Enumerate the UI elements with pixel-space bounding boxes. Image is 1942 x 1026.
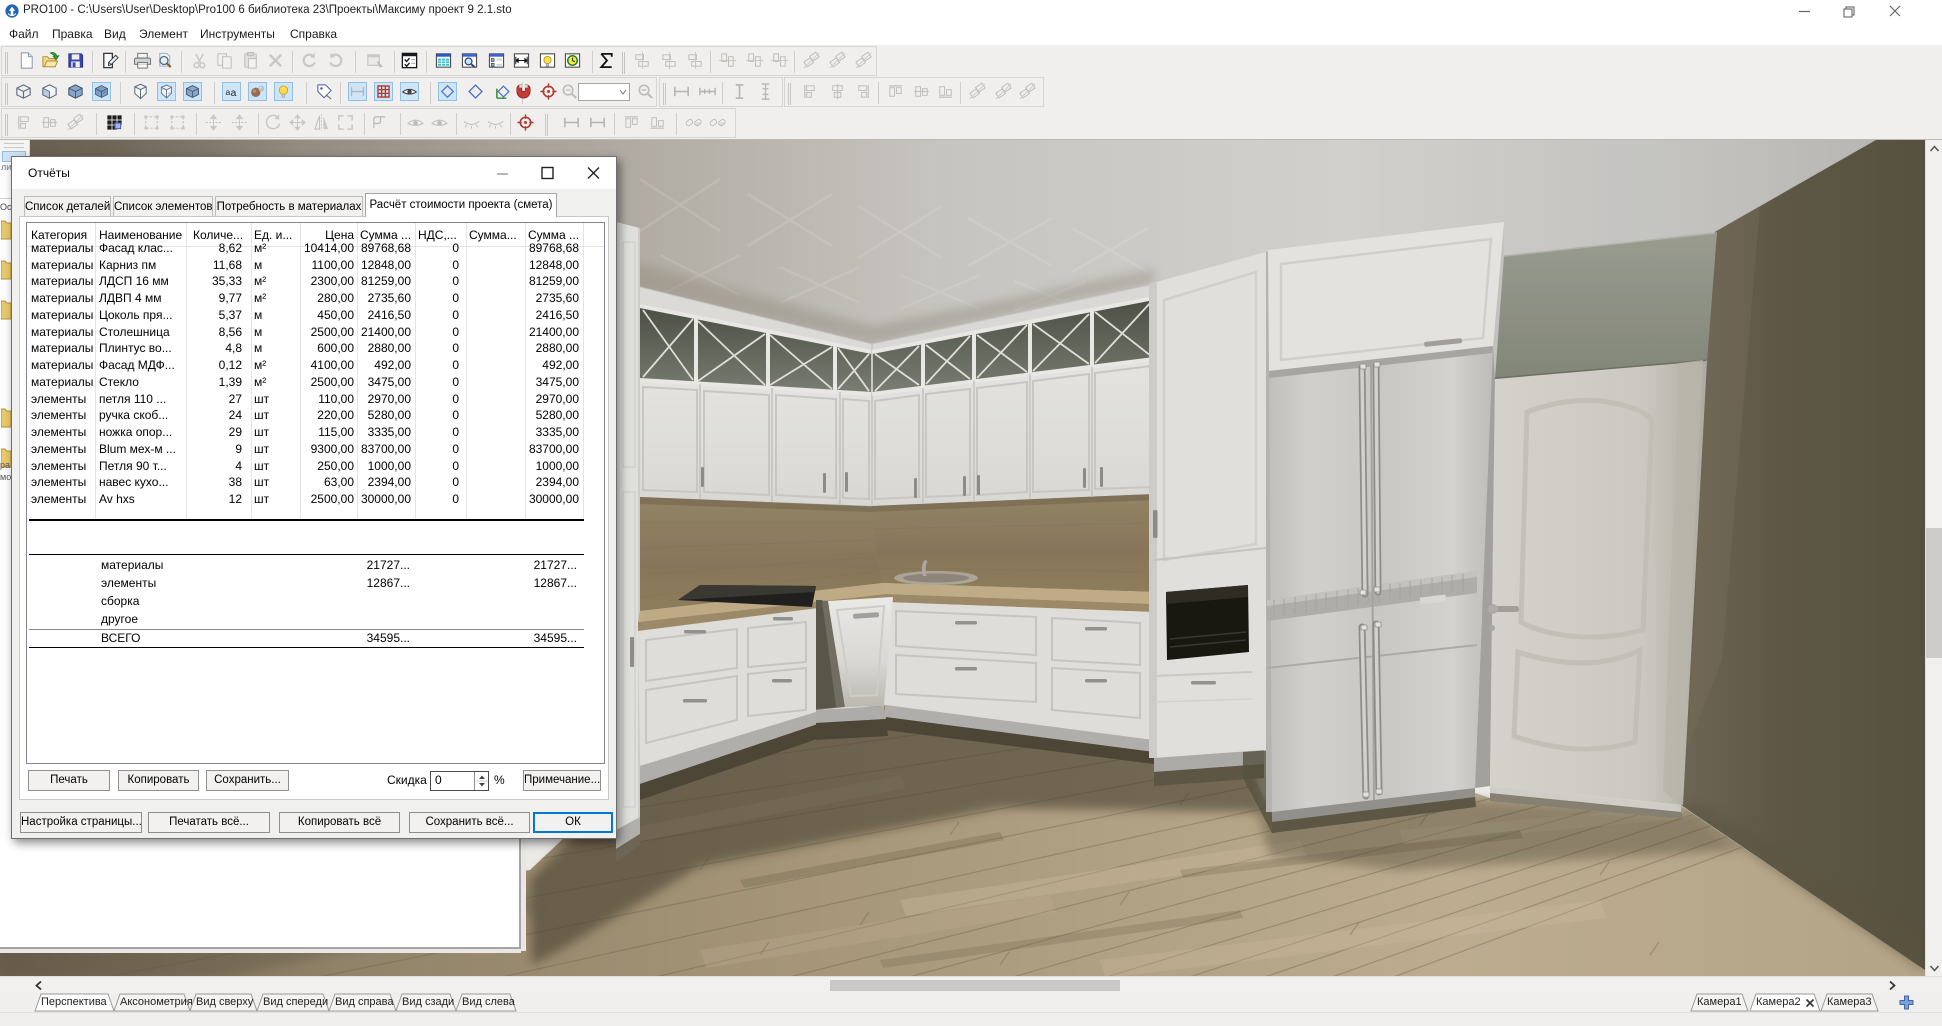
svg-text:a: a — [231, 88, 237, 99]
svg-text:a: a — [226, 87, 231, 97]
